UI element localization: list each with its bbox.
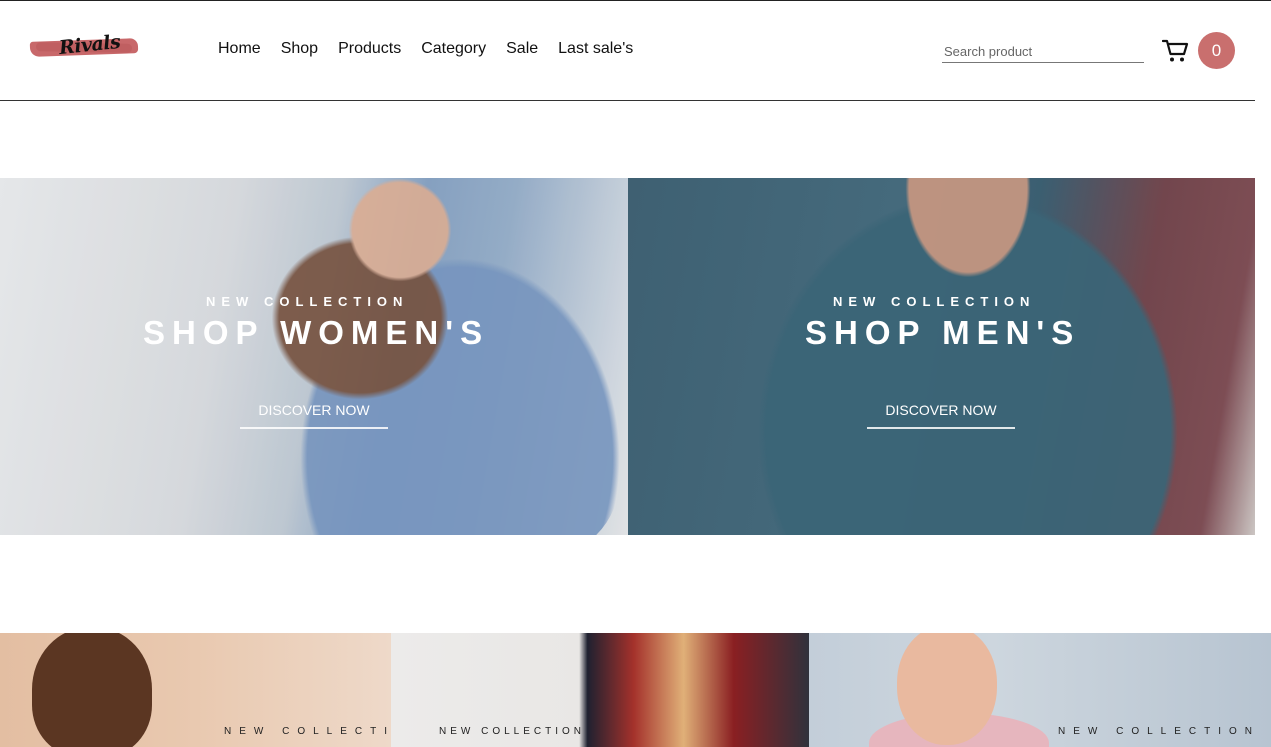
hero-men-panel[interactable]: NEW COLLECTION SHOP MEN'S DISCOVER NOW bbox=[628, 178, 1255, 535]
collection-label: NEW COLLECTION bbox=[1058, 726, 1261, 737]
collection-tile-men[interactable]: NEW COLLECTIO bbox=[0, 633, 391, 747]
collections-strip: NEW COLLECTIO NEW COLLECTION NEW COLLECT… bbox=[0, 633, 1271, 747]
male-model-image bbox=[32, 633, 152, 747]
hero-women-panel[interactable]: NEW COLLECTION SHOP WOMEN'S DISCOVER NOW bbox=[0, 178, 628, 535]
collection-label: NEW COLLECTION bbox=[439, 726, 586, 737]
collection-tile-women[interactable]: NEW COLLECTION bbox=[809, 633, 1271, 747]
nav-sale[interactable]: Sale bbox=[506, 40, 538, 58]
female-model-image bbox=[897, 633, 997, 745]
collection-label: NEW COLLECTIO bbox=[224, 726, 391, 737]
main-nav: Home Shop Products Category Sale Last sa… bbox=[218, 40, 633, 58]
hero-banner: NEW COLLECTION SHOP WOMEN'S DISCOVER NOW… bbox=[0, 178, 1255, 535]
cart-count-badge[interactable]: 0 bbox=[1198, 32, 1235, 69]
nav-shop[interactable]: Shop bbox=[281, 40, 318, 58]
discover-men-button[interactable]: DISCOVER NOW bbox=[867, 397, 1015, 429]
search-input[interactable] bbox=[942, 40, 1144, 63]
nav-products[interactable]: Products bbox=[338, 40, 401, 58]
men-title: SHOP MEN'S bbox=[805, 314, 1081, 351]
nav-category[interactable]: Category bbox=[421, 40, 486, 58]
site-header: Rivals Home Shop Products Category Sale … bbox=[0, 1, 1255, 101]
cart-icon[interactable] bbox=[1161, 37, 1189, 64]
nav-home[interactable]: Home bbox=[218, 40, 261, 58]
women-eyebrow: NEW COLLECTION bbox=[206, 294, 409, 309]
nav-last-sales[interactable]: Last sale's bbox=[558, 40, 633, 58]
logo-text: Rivals bbox=[58, 30, 122, 60]
women-title: SHOP WOMEN'S bbox=[143, 314, 490, 351]
collection-tile-accessories[interactable]: NEW COLLECTION bbox=[391, 633, 809, 747]
discover-women-button[interactable]: DISCOVER NOW bbox=[240, 397, 388, 429]
men-eyebrow: NEW COLLECTION bbox=[833, 294, 1036, 309]
site-logo[interactable]: Rivals bbox=[29, 30, 139, 62]
